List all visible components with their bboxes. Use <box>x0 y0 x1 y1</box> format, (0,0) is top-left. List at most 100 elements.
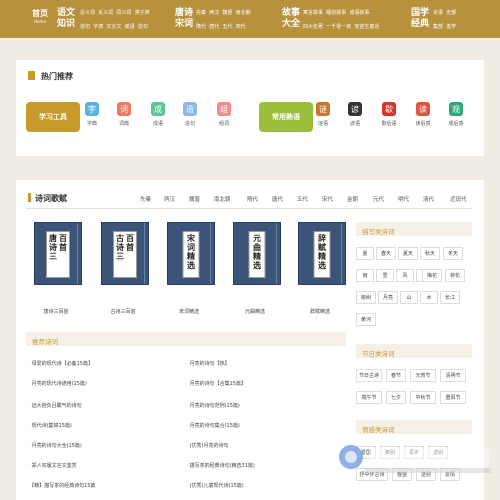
nav-classic[interactable]: 国学 经典 <box>411 8 429 30</box>
book-caption[interactable]: 辞赋精选 <box>290 308 350 315</box>
tool-proverb[interactable]: 谚谚语 <box>340 102 370 127</box>
festival-tag[interactable]: 中秋节 <box>410 391 436 404</box>
scenery-tag[interactable]: 水 <box>420 291 438 304</box>
nav-link[interactable]: 同义词 <box>116 10 131 16</box>
nav-link[interactable]: 造句 <box>138 24 148 30</box>
scenery-tag[interactable]: 长江 <box>440 291 460 304</box>
festival-tag[interactable]: 七夕 <box>386 391 406 404</box>
book-songci[interactable]: 宋词精选 <box>167 222 215 285</box>
recommend-link[interactable]: 月亮的诗句大全(15篇) <box>28 442 82 449</box>
scenery-tag[interactable]: 梅花 <box>422 269 442 282</box>
tool-dictionary[interactable]: 字字典 <box>77 102 107 127</box>
nav-link[interactable]: 成语故事 <box>349 10 369 16</box>
recommend-link[interactable]: 郑人买履文言文鉴赏 <box>28 462 77 469</box>
nav-link[interactable]: 成语 <box>125 24 135 30</box>
nav-link[interactable]: 先秦 <box>196 10 206 16</box>
nav-link[interactable]: 反义词 <box>98 10 113 16</box>
tool-xiehouyu[interactable]: 歇歇后语 <box>374 102 404 127</box>
tab-mingdai[interactable]: 明代 <box>398 195 409 203</box>
nav-link[interactable]: 一千零一夜 <box>326 24 351 30</box>
nav-link[interactable]: 宋代 <box>236 24 246 30</box>
book-caption[interactable]: 元曲精选 <box>225 308 285 315</box>
tab-yuandai[interactable]: 元代 <box>373 195 384 203</box>
book-gushi[interactable]: 古诗三百首 <box>101 222 149 285</box>
tab-weijin[interactable]: 魏晋 <box>189 195 200 203</box>
scenery-tag[interactable]: 山 <box>400 291 418 304</box>
nav-link[interactable]: 造句 <box>80 24 90 30</box>
tab-jinxiandai[interactable]: 近现代 <box>450 195 467 203</box>
festival-tag[interactable]: 春节 <box>386 369 406 382</box>
scenery-tag[interactable]: 春天 <box>376 247 396 260</box>
tool-idiom[interactable]: 成成语 <box>143 102 173 127</box>
nav-link[interactable]: 文言文 <box>106 24 121 30</box>
tab-jinchao[interactable]: 金朝 <box>347 195 358 203</box>
tool-sentence[interactable]: 造造句 <box>175 102 205 127</box>
nav-link[interactable]: 两汉 <box>209 10 219 16</box>
recommend-link[interactable]: 月亮的诗句集合(15篇) <box>186 422 240 429</box>
nav-home[interactable]: 首页 Home <box>32 9 48 24</box>
recommend-link[interactable]: 月亮的诗句【合集15篇】 <box>186 380 246 387</box>
festival-tag[interactable]: 重阳节 <box>440 391 466 404</box>
nav-link[interactable]: 近义词 <box>80 10 95 16</box>
scenery-tag[interactable]: 柳树 <box>356 291 376 304</box>
scenery-tag[interactable]: 月亮 <box>378 291 398 304</box>
scenery-tag[interactable]: 风 <box>396 269 414 282</box>
nav-link[interactable]: 安徒生童话 <box>354 24 379 30</box>
tab-wudai[interactable]: 五代 <box>297 195 308 203</box>
recommend-link[interactable]: 月亮的诗句范例(15篇) <box>186 402 240 409</box>
tab-tangdai[interactable]: 唐代 <box>272 195 283 203</box>
scenery-tag[interactable]: 荷花 <box>445 269 465 282</box>
book-yuanqu[interactable]: 元曲精选 <box>233 222 281 285</box>
book-caption[interactable]: 宋词精选 <box>159 308 219 315</box>
recommend-link[interactable]: 月亮的现代诗通用(15篇) <box>28 380 87 387</box>
scenery-tag[interactable]: 雨 <box>356 269 374 282</box>
recommend-link[interactable]: 描写茶的经典诗句(精选31篇) <box>186 462 255 469</box>
nav-link[interactable]: 隋代 <box>196 24 206 30</box>
scenery-tag[interactable]: 夏天 <box>398 247 418 260</box>
tab-suidai[interactable]: 隋代 <box>247 195 258 203</box>
festival-tag[interactable]: 端午节 <box>356 391 382 404</box>
recommend-link[interactable]: (优秀)儿童现代诗(15篇) <box>186 482 244 489</box>
scenery-tag[interactable]: 冬天 <box>443 247 463 260</box>
tool-riddle[interactable]: 谜谜语 <box>308 102 338 127</box>
book-cifu[interactable]: 辞赋精选 <box>298 222 346 285</box>
nav-link[interactable]: 善学 <box>446 24 456 30</box>
tool-cidian[interactable]: 词词典 <box>109 102 139 127</box>
book-caption[interactable]: 古诗三百首 <box>93 308 153 315</box>
scenery-tag[interactable]: 夏 <box>356 247 374 260</box>
recommend-link[interactable]: (优秀)月亮的诗句 <box>186 442 229 449</box>
scenery-tag[interactable]: 秋天 <box>420 247 440 260</box>
nav-link[interactable]: 五代 <box>222 24 232 30</box>
nav-link[interactable]: 寓言故事 <box>303 10 323 16</box>
recommend-link[interactable]: 母爱的现代诗【必备15篇】 <box>28 360 93 367</box>
nav-link[interactable]: 类子类 <box>135 10 150 16</box>
nav-link[interactable]: 集部 <box>433 24 443 30</box>
nav-link[interactable]: 唐代 <box>209 24 219 30</box>
festival-tag[interactable]: 节日古诗 <box>356 369 382 382</box>
nav-link[interactable]: 魏晋 <box>222 10 232 16</box>
scenery-tag[interactable]: 黄河 <box>356 313 376 326</box>
common-sayings-badge[interactable]: 常用熟语 <box>259 102 313 132</box>
recommend-link[interactable]: 现代诗(集锦15篇) <box>28 422 72 429</box>
study-tools-badge[interactable]: 学习工具 <box>26 102 80 132</box>
nav-link[interactable]: 睡前故事 <box>326 10 346 16</box>
nav-link[interactable]: 南北朝 <box>236 10 251 16</box>
tab-nanbeichao[interactable]: 南北朝 <box>214 195 231 203</box>
recommend-link[interactable]: 【精】描写茶的经典诗句15篇 <box>28 482 96 489</box>
tool-reading[interactable]: 读读后感 <box>408 102 438 127</box>
nav-link[interactable]: 史部 <box>446 10 456 16</box>
nav-link[interactable]: 论语 <box>433 10 443 16</box>
tab-xianqin[interactable]: 先秦 <box>140 195 151 203</box>
book-tangshi[interactable]: 唐诗三百首 <box>34 222 82 285</box>
tab-songdai[interactable]: 宋代 <box>322 195 333 203</box>
tab-lianghan[interactable]: 两汉 <box>164 195 175 203</box>
scenery-tag[interactable]: 雪 <box>376 269 394 282</box>
festival-tag[interactable]: 元宵节 <box>410 369 436 382</box>
tool-word[interactable]: 组组词 <box>209 102 239 127</box>
festival-tag[interactable]: 清明节 <box>440 369 466 382</box>
book-caption[interactable]: 唐诗三百首 <box>26 308 86 315</box>
nav-lang[interactable]: 语文 知识 <box>57 8 75 30</box>
recommend-link[interactable]: 远大抱负且霸气的诗句 <box>28 402 82 409</box>
recommend-link[interactable]: 月亮的诗句【热】 <box>186 360 230 367</box>
nav-story[interactable]: 故事 大全 <box>282 8 300 30</box>
